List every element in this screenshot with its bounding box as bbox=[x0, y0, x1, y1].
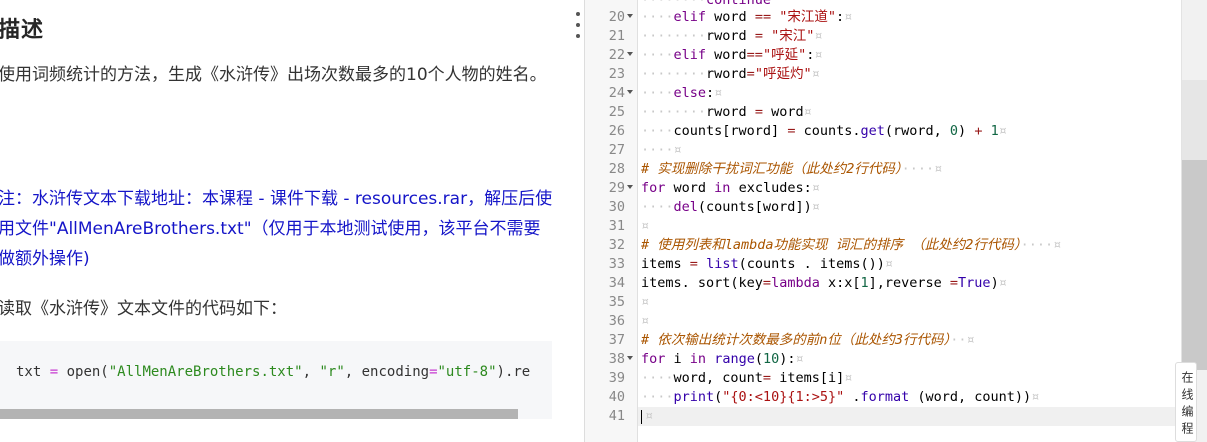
code-line[interactable]: 34 items. sort(key=lambda x:x[1],reverse… bbox=[585, 274, 1165, 293]
drag-dot-icon bbox=[576, 12, 580, 16]
line-number: 26 bbox=[608, 123, 625, 139]
code-line[interactable]: 32 # 使用列表和lambda功能实现 词汇的排序 （此处约2行代码）····… bbox=[585, 236, 1165, 255]
line-number: 34 bbox=[608, 275, 625, 291]
fold-arrow-icon[interactable] bbox=[627, 14, 633, 18]
fold-arrow-icon[interactable] bbox=[627, 90, 633, 94]
code-line[interactable]: 36 ¤ bbox=[585, 312, 1165, 331]
code-line[interactable]: 29 for word in excludes:¤ bbox=[585, 179, 1165, 198]
fold-arrow-icon[interactable] bbox=[627, 356, 633, 360]
line-number: 33 bbox=[608, 256, 625, 272]
fold-arrow-icon[interactable] bbox=[627, 52, 633, 56]
code-line[interactable]: 28 # 实现删除干扰词汇功能（此处约2行代码）····¤ bbox=[585, 160, 1165, 179]
line-number: 39 bbox=[608, 370, 625, 386]
line-number: 35 bbox=[608, 294, 625, 310]
code-line[interactable]: 24 ····else:¤ bbox=[585, 84, 1165, 103]
fold-arrow-icon[interactable] bbox=[627, 185, 633, 189]
read-file-intro: 读取《水浒传》文本文件的代码如下： bbox=[0, 299, 287, 319]
code-line[interactable]: 23 ········rword="呼延灼"¤ bbox=[585, 65, 1165, 84]
code-editor[interactable]: ········continue 20 ····elif word == "宋江… bbox=[584, 0, 1182, 442]
code-line[interactable]: 37 # 依次输出统计次数最多的前n位（此处约3行代码）··¤ bbox=[585, 331, 1165, 350]
code-line[interactable]: 26 ····counts[rword] = counts.get(rword,… bbox=[585, 122, 1165, 141]
line-number: 28 bbox=[608, 161, 625, 177]
sample-code-block: txt = open("AllMenAreBrothers.txt", "r",… bbox=[0, 341, 552, 419]
line-number: 40 bbox=[608, 389, 625, 405]
code-line[interactable]: 30 ····del(counts[word])¤ bbox=[585, 198, 1165, 217]
line-number: 31 bbox=[608, 218, 625, 234]
line-number: 23 bbox=[608, 66, 625, 82]
line-number: 36 bbox=[608, 313, 625, 329]
code-line[interactable]: 20 ····elif word == "宋江道":¤ bbox=[585, 8, 1165, 27]
code-line[interactable]: 39 ····word, count= items[i]¤ bbox=[585, 369, 1165, 388]
line-number: 24 bbox=[608, 85, 625, 101]
code-line[interactable]: 41 ¤ bbox=[585, 407, 1165, 426]
description-paragraph: 使用词频统计的方法，生成《水浒传》出场次数最多的10个人物的姓名。 bbox=[0, 65, 547, 85]
line-number: 27 bbox=[608, 142, 625, 158]
line-number: 25 bbox=[608, 104, 625, 120]
line-number: 37 bbox=[608, 332, 625, 348]
description-panel: 描述 使用词频统计的方法，生成《水浒传》出场次数最多的10个人物的姓名。 注：水… bbox=[0, 0, 560, 442]
line-number: 29 bbox=[608, 180, 625, 196]
panel-resize-handle[interactable] bbox=[574, 12, 582, 48]
line-number: 32 bbox=[608, 237, 625, 253]
scrollbar-thumb[interactable] bbox=[1182, 160, 1207, 370]
code-line[interactable]: 40 ····print("{0:<10}{1:>5}" .format (wo… bbox=[585, 388, 1165, 407]
drag-dot-icon bbox=[576, 34, 580, 38]
line-number: 20 bbox=[608, 9, 625, 25]
online-programming-tab[interactable]: 在线编程 bbox=[1175, 362, 1197, 442]
line-number: 41 bbox=[608, 408, 625, 424]
line-number: 21 bbox=[608, 28, 625, 44]
code-line[interactable]: 27 ····¤ bbox=[585, 141, 1165, 160]
description-title: 描述 bbox=[0, 18, 45, 43]
drag-dot-icon bbox=[576, 23, 580, 27]
code-horizontal-scrollbar[interactable] bbox=[0, 409, 518, 419]
line-number: 38 bbox=[608, 351, 625, 367]
line-number: 30 bbox=[608, 199, 625, 215]
code-line[interactable]: 31 ¤ bbox=[585, 217, 1165, 236]
code-line[interactable]: 25 ········rword = word¤ bbox=[585, 103, 1165, 122]
scrollbar-track[interactable] bbox=[1182, 80, 1207, 160]
code-line[interactable]: 35 ¤ bbox=[585, 293, 1165, 312]
code-line[interactable]: 33 items = list(counts . items())¤ bbox=[585, 255, 1165, 274]
code-line[interactable]: 22 ····elif word=="呼延":¤ bbox=[585, 46, 1165, 65]
code-line[interactable]: 21 ········rword = "宋江"¤ bbox=[585, 27, 1165, 46]
download-note: 注：水浒传文本下载地址：本课程 - 课件下载 - resources.rar，解… bbox=[0, 189, 553, 269]
sample-code-line: txt = open("AllMenAreBrothers.txt", "r",… bbox=[16, 364, 531, 380]
line-number: 22 bbox=[608, 47, 625, 63]
code-line[interactable]: 38 for i in range(10):¤ bbox=[585, 350, 1165, 369]
